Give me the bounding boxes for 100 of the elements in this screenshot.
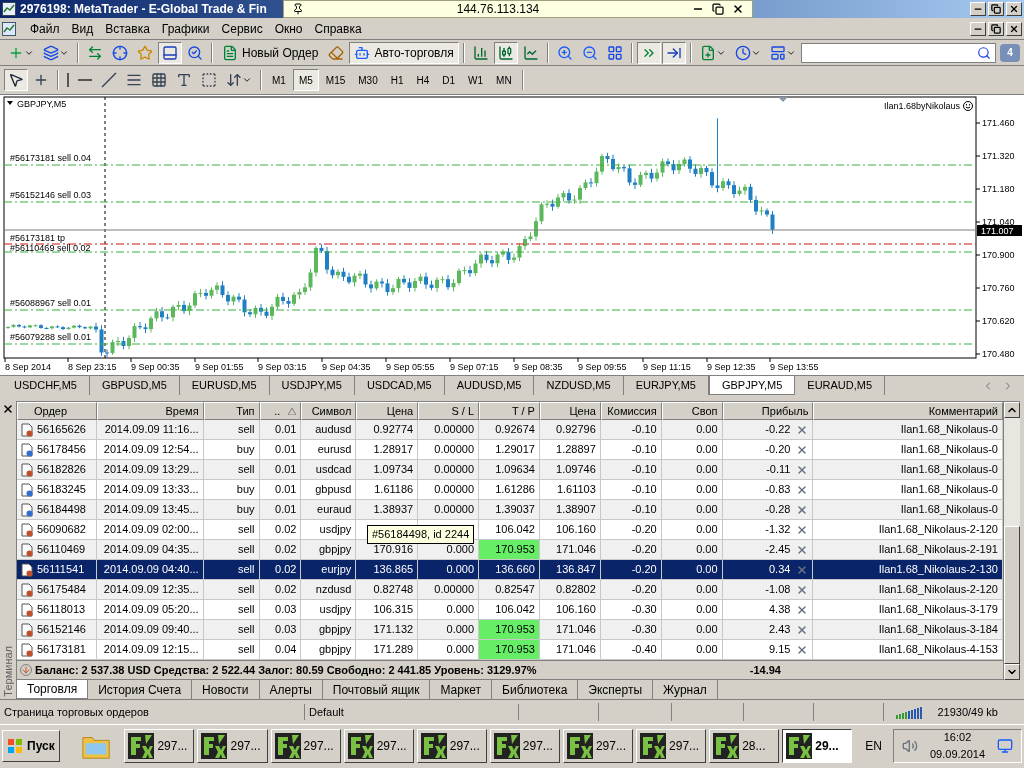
- timeframe-button[interactable]: H1: [384, 69, 410, 91]
- timeframe-button[interactable]: M1: [266, 69, 292, 91]
- order-number: 56178456: [37, 442, 86, 458]
- order-number: 56152146: [37, 622, 86, 638]
- column-header[interactable]: Комиссия: [600, 402, 662, 420]
- terminal-tab[interactable]: Почтовый ящик: [322, 680, 431, 699]
- terminal-tab[interactable]: Маркет: [430, 680, 493, 699]
- column-header[interactable]: T / P: [479, 402, 540, 420]
- language-indicator[interactable]: EN: [865, 736, 882, 755]
- total-profit: -14.94: [749, 662, 782, 678]
- terminal-panel-title: Терминал: [0, 646, 15, 697]
- autotrading-button[interactable]: Авто-торговля: [349, 41, 459, 64]
- terminal-tab[interactable]: Новости: [192, 680, 260, 699]
- order-number: 56182826: [37, 462, 86, 478]
- time-tick: 9 Sep 13:55: [770, 362, 819, 372]
- order-number: 56173181: [37, 642, 86, 658]
- timeframe-button[interactable]: M15: [319, 69, 352, 91]
- profit-value: -0.83: [765, 482, 791, 498]
- order-number: 56090682: [37, 522, 86, 538]
- terminal-tab[interactable]: История Счета: [88, 680, 193, 699]
- terminal-tab[interactable]: Библиотека: [492, 680, 579, 699]
- order-label: #56079288 sell 0.01: [10, 332, 92, 342]
- column-header[interactable]: S / L: [418, 402, 480, 420]
- profit-value: -1.32: [765, 522, 791, 538]
- price-tick: 171.460: [982, 118, 1015, 128]
- order-number: 56118013: [37, 602, 86, 618]
- column-header[interactable]: Комментарий: [813, 402, 1003, 420]
- column-header[interactable]: Цена: [539, 402, 601, 420]
- taskbar-app-button[interactable]: 28...: [709, 728, 780, 763]
- terminal-tab[interactable]: Журнал: [653, 680, 718, 699]
- time-tick: 9 Sep 07:15: [450, 362, 499, 372]
- order-row[interactable]: 56183245 2014.09.09 13:33... buy 0.01 gbpusd 1.61186 0.00000 1.61286 1.61103 -0.10 0.00 -0.83 Ilan1.68_Nikolaus-0: [17, 480, 1003, 500]
- profit-value: -0.11: [766, 462, 791, 478]
- order-row[interactable]: 56110469 2014.09.09 04:35... sell 0.02 gbpjpy 170.916 0.000 170.953 171.046 -0.20 0.00 -2.45 Ilan1.68_Nikolaus-2-191: [17, 540, 1003, 560]
- order-row[interactable]: 56175484 2014.09.09 12:35... sell 0.02 nzdusd 0.82748 0.00000 0.82547 0.82802 -0.20 0.00 -1.08 Ilan1.68_Nikolaus-2-120: [17, 580, 1003, 600]
- column-header[interactable]: Тип: [203, 402, 260, 420]
- table-cell: 170.953: [479, 640, 540, 660]
- start-button[interactable]: Пуск: [2, 729, 60, 762]
- timeframe-button[interactable]: H4: [410, 69, 436, 91]
- traffic-counter: 21930/49 kb: [937, 704, 999, 720]
- terminal-tab[interactable]: Торговля: [16, 680, 89, 699]
- column-header[interactable]: Цена: [356, 402, 419, 420]
- order-label: #56088967 sell 0.01: [10, 298, 92, 308]
- order-row[interactable]: 56118013 2014.09.09 05:20... sell 0.03 usdjpy 106.315 0.000 106.042 106.160 -0.30 0.00 4.38 Ilan1.68_Nikolaus-3-179: [17, 600, 1003, 620]
- time-tick: 9 Sep 05:55: [386, 362, 435, 372]
- terminal-tab[interactable]: Эксперты: [578, 680, 654, 699]
- timeframe-button[interactable]: D1: [436, 69, 462, 91]
- taskbar-app-button[interactable]: 297...: [270, 728, 341, 763]
- order-row[interactable]: 56152146 2014.09.09 09:40... sell 0.03 gbpjpy 171.132 0.000 170.953 171.046 -0.30 0.00 2.43 Ilan1.68_Nikolaus-3-184: [17, 620, 1003, 640]
- time-tick: 8 Sep 23:15: [68, 362, 117, 372]
- menu-item[interactable]: Файл: [24, 19, 66, 38]
- time-tick: 9 Sep 08:35: [514, 362, 563, 372]
- timeframe-button[interactable]: M30: [352, 69, 384, 91]
- order-number: 56165626: [37, 422, 86, 438]
- profit-value: -1.08: [765, 582, 791, 598]
- menu-item[interactable]: Окно: [268, 19, 309, 38]
- column-header[interactable]: Ордер: [17, 402, 97, 420]
- taskbar-app-button[interactable]: 297...: [124, 728, 195, 763]
- window-title: 2976198: MetaTrader - E-Global Trade & Fin: [20, 1, 267, 18]
- order-row[interactable]: 56182826 2014.09.09 13:29... sell 0.01 usdcad 1.09734 0.00000 1.09634 1.09746 -0.10 0.00 -0.11 Ilan1.68_Nikolaus-0: [17, 460, 1003, 480]
- menu-item[interactable]: Вставка: [99, 19, 156, 38]
- column-header[interactable]: Прибыль: [722, 402, 814, 420]
- column-header[interactable]: ..: [259, 402, 302, 420]
- menu-item[interactable]: Графики: [155, 19, 216, 38]
- order-row[interactable]: 56178456 2014.09.09 12:54... buy 0.01 eurusd 1.28917 0.00000 1.29017 1.28897 -0.10 0.00 -0.20 Ilan1.68_Nikolaus-0: [17, 440, 1003, 460]
- order-number: 56184498: [37, 502, 86, 518]
- time-tick: 9 Sep 01:55: [195, 362, 244, 372]
- taskbar-app-button[interactable]: 297...: [343, 728, 414, 763]
- taskbar-app-button[interactable]: 297...: [636, 728, 707, 763]
- time-tick: 9 Sep 12:35: [707, 362, 756, 372]
- terminal-tab[interactable]: Алерты: [259, 680, 323, 699]
- taskbar-app-button[interactable]: 297...: [197, 728, 268, 763]
- chart-tab[interactable]: GBPJPY,M5: [708, 376, 796, 395]
- profit-value: -0.22: [765, 422, 791, 438]
- order-number: 56175484: [37, 582, 86, 598]
- taskbar-app-button[interactable]: 297...: [416, 728, 487, 763]
- profit-value: 2.43: [768, 622, 791, 638]
- time-tick: 9 Sep 11:15: [643, 362, 691, 372]
- taskbar-app-button[interactable]: 297...: [562, 728, 634, 763]
- column-header[interactable]: Символ: [301, 402, 357, 420]
- timeframe-button[interactable]: MN: [490, 69, 518, 91]
- column-header[interactable]: Время: [96, 402, 204, 420]
- order-row[interactable]: 56111541 2014.09.09 04:40... sell 0.02 eurjpy 136.865 0.000 136.660 136.847 -0.20 0.00 0.34 Ilan1.68_Nikolaus-2-130: [17, 560, 1003, 580]
- table-cell: 170.953: [479, 540, 540, 560]
- timeframe-button[interactable]: M5: [292, 69, 319, 91]
- taskbar-app-button[interactable]: 297...: [489, 728, 560, 763]
- menu-item[interactable]: Сервис: [215, 19, 269, 38]
- clock-date: 09.09.2014: [930, 746, 986, 762]
- taskbar-app-button[interactable]: 29...: [782, 728, 853, 763]
- timeframe-button[interactable]: W1: [462, 69, 490, 91]
- order-row[interactable]: 56173181 2014.09.09 12:15... sell 0.04 gbpjpy 171.289 0.000 170.953 171.046 -0.40 0.00 9.15 Ilan1.68_Nikolaus-4-153: [17, 640, 1003, 660]
- order-row[interactable]: 56165626 2014.09.09 11:16... sell 0.01 audusd 0.92774 0.00000 0.92674 0.92796 -0.10 0.00 -0.22 Ilan1.68_Nikolaus-0: [17, 420, 1003, 440]
- new-order-button[interactable]: Новый Ордер: [217, 41, 324, 64]
- menu-item[interactable]: Справка: [308, 19, 368, 38]
- menu-item[interactable]: Вид: [65, 19, 100, 38]
- order-row[interactable]: 56184498 2014.09.09 13:45... buy 0.01 euraud 1.38937 0.00000 1.39037 1.38907 -0.10 0.00 -0.28 Ilan1.68_Nikolaus-0: [17, 500, 1003, 520]
- column-header[interactable]: Своп: [661, 402, 723, 420]
- price-tick: 170.480: [982, 349, 1015, 359]
- profit-value: 4.38: [768, 602, 791, 618]
- price-tick: 170.900: [982, 250, 1015, 260]
